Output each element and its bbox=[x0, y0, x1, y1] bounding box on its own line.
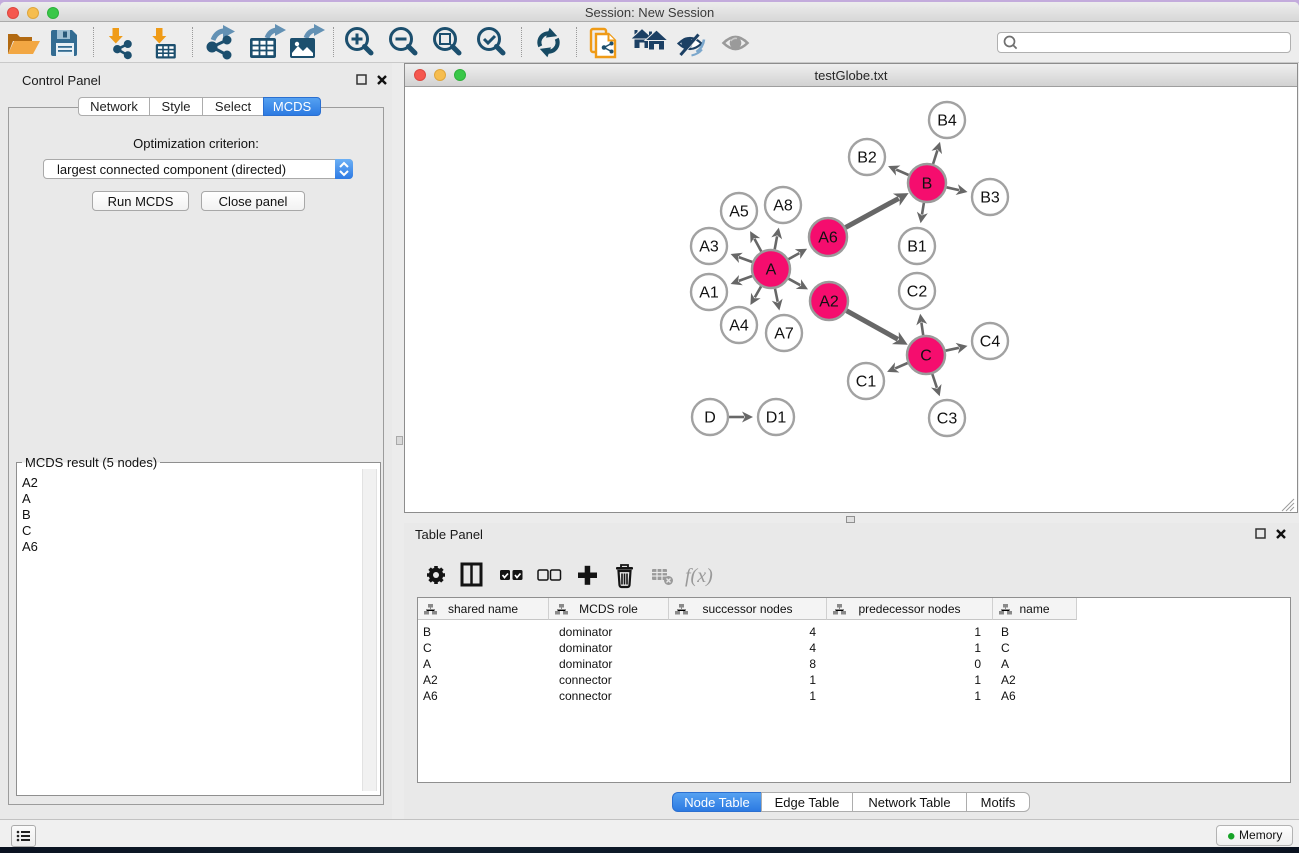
svg-text:A7: A7 bbox=[774, 326, 794, 343]
svg-text:B3: B3 bbox=[980, 190, 1000, 207]
svg-text:C3: C3 bbox=[937, 411, 958, 428]
svg-text:A1: A1 bbox=[699, 285, 719, 302]
svg-text:B2: B2 bbox=[857, 150, 877, 167]
svg-text:A4: A4 bbox=[729, 318, 749, 335]
svg-text:A: A bbox=[766, 262, 777, 279]
svg-text:C4: C4 bbox=[980, 334, 1001, 351]
svg-text:C2: C2 bbox=[907, 284, 928, 301]
svg-text:f(x): f(x) bbox=[685, 565, 713, 587]
svg-text:C: C bbox=[920, 348, 932, 365]
svg-text:D1: D1 bbox=[766, 410, 787, 427]
svg-text:C1: C1 bbox=[856, 374, 877, 391]
svg-text:A8: A8 bbox=[773, 198, 793, 215]
svg-text:A3: A3 bbox=[699, 239, 719, 256]
svg-text:B4: B4 bbox=[937, 113, 957, 130]
svg-text:D: D bbox=[704, 410, 716, 427]
svg-text:A2: A2 bbox=[819, 294, 839, 311]
svg-text:A6: A6 bbox=[818, 230, 838, 247]
svg-text:B1: B1 bbox=[907, 239, 927, 256]
svg-text:B: B bbox=[922, 176, 933, 193]
svg-text:A5: A5 bbox=[729, 204, 749, 221]
